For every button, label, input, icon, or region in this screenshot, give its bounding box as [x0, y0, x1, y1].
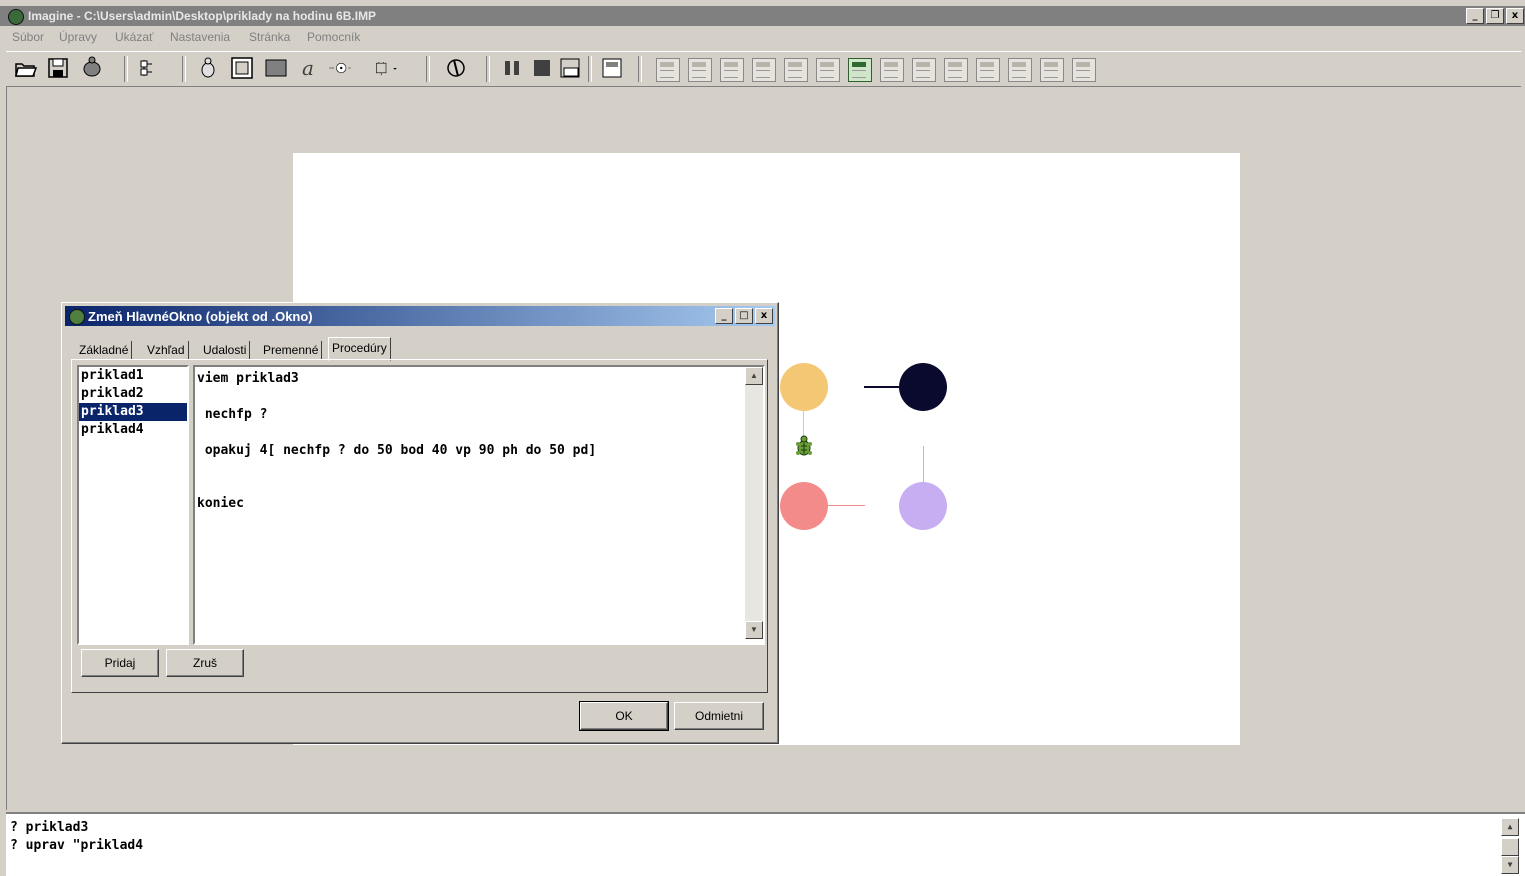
page-button-4[interactable]	[752, 58, 776, 82]
code-line: viem priklad3	[197, 371, 299, 386]
scroll-down-icon[interactable]: ▼	[1501, 856, 1519, 874]
dialog-minimize-button[interactable]: _	[715, 308, 733, 324]
new-turtle-icon[interactable]	[196, 56, 220, 80]
run-slot-icon[interactable]	[558, 56, 582, 80]
turtle-sprite-icon	[796, 435, 812, 456]
page-button-1[interactable]	[656, 58, 680, 82]
code-line: nechfp ?	[197, 407, 268, 422]
dialog-title: Zmeň HlavnéOkno (objekt od .Okno)	[88, 309, 313, 324]
page-icon[interactable]	[600, 56, 624, 80]
ok-button[interactable]: OK	[579, 701, 669, 731]
dialog-maximize-button[interactable]: □	[735, 308, 753, 324]
page-button-9[interactable]	[912, 58, 936, 82]
tab-procedury[interactable]: Procedúry	[328, 337, 391, 361]
menu-item-nastavenia[interactable]: Nastavenia	[170, 30, 230, 44]
minimize-button[interactable]: _	[1466, 8, 1484, 24]
app-icon	[8, 9, 24, 25]
scroll-down-icon[interactable]: ▼	[745, 621, 763, 639]
svg-text:a: a	[302, 56, 314, 80]
page-button-13[interactable]	[1040, 58, 1064, 82]
scroll-up-icon[interactable]: ▲	[1501, 818, 1519, 836]
text-icon[interactable]: a	[298, 56, 322, 80]
app-title: Imagine - C:\Users\admin\Desktop\priklad…	[28, 9, 377, 23]
command-scrollbar[interactable]: ▲ ▼	[1501, 818, 1519, 874]
page-button-14[interactable]	[1072, 58, 1096, 82]
canvas-circle-navy	[899, 363, 947, 411]
command-line: ? uprav "priklad4	[10, 838, 144, 853]
dialog-title-bar[interactable]: Zmeň HlavnéOkno (objekt od .Okno) _ □ x	[65, 306, 775, 326]
code-line: opakuj 4[ nechfp ? do 50 bod 40 vp 90 ph…	[197, 443, 597, 458]
code-line: koniec	[197, 496, 244, 511]
list-item[interactable]: priklad4	[79, 421, 187, 439]
toolbar: a	[6, 51, 1521, 87]
page-button-8[interactable]	[880, 58, 904, 82]
menu-item-upravy[interactable]: Úpravy	[59, 30, 97, 44]
page-button-3[interactable]	[720, 58, 744, 82]
close-button[interactable]: x	[1506, 8, 1524, 24]
page-button-5[interactable]	[784, 58, 808, 82]
page-button-7[interactable]	[848, 58, 872, 82]
tree-icon[interactable]	[138, 56, 162, 80]
scroll-up-icon[interactable]: ▲	[745, 367, 763, 385]
remove-procedure-button[interactable]: Zruš	[166, 649, 244, 677]
menu-item-pomocnik[interactable]: Pomocník	[307, 30, 360, 44]
menu-item-ukazat[interactable]: Ukázať	[115, 30, 154, 44]
add-procedure-button[interactable]: Pridaj	[81, 649, 159, 677]
code-editor[interactable]: viem priklad3 nechfp ? opakuj 4[ nechfp …	[193, 365, 765, 645]
canvas-circle-pink	[780, 482, 828, 530]
edit-dialog[interactable]: Zmeň HlavnéOkno (objekt od .Okno) _ □ x …	[61, 302, 779, 744]
tab-premenne[interactable]: Premenné	[260, 341, 323, 359]
command-panel[interactable]: ? priklad3 ? uprav "priklad4 ▲ ▼	[6, 812, 1525, 876]
procedure-list[interactable]: priklad1 priklad2 priklad3 priklad4	[77, 365, 189, 645]
dialog-close-button[interactable]: x	[755, 308, 773, 324]
cancel-button[interactable]: Odmietni	[674, 702, 764, 730]
button-icon[interactable]	[374, 56, 398, 80]
tab-udalosti[interactable]: Udalosti	[200, 341, 251, 359]
run-icon[interactable]	[444, 56, 468, 80]
tab-vzhlad[interactable]: Vzhľad	[144, 341, 189, 359]
tab-zakladne[interactable]: Základné	[76, 341, 133, 359]
dialog-icon	[69, 309, 85, 325]
page-button-12[interactable]	[1008, 58, 1032, 82]
canvas-circle-yellow	[780, 363, 828, 411]
scroll-thumb[interactable]	[1501, 838, 1519, 856]
page-button-6[interactable]	[816, 58, 840, 82]
pause-icon[interactable]	[500, 56, 524, 80]
turtle-icon[interactable]	[80, 56, 104, 80]
new-panel-icon[interactable]	[264, 56, 288, 80]
editor-scrollbar[interactable]: ▲ ▼	[745, 367, 763, 639]
open-icon[interactable]	[14, 56, 38, 80]
canvas-line-lavender	[923, 446, 924, 482]
list-item[interactable]: priklad2	[79, 385, 187, 403]
restore-button[interactable]: ❐	[1486, 8, 1504, 24]
app-title-bar[interactable]: Imagine - C:\Users\admin\Desktop\priklad…	[0, 6, 1525, 26]
page-button-11[interactable]	[976, 58, 1000, 82]
list-item-selected[interactable]: priklad3	[79, 403, 187, 421]
canvas-line-navy	[864, 386, 899, 388]
canvas-line-pink	[828, 505, 865, 506]
save-icon[interactable]	[46, 56, 70, 80]
stop-icon[interactable]	[530, 56, 554, 80]
list-item[interactable]: priklad1	[79, 367, 187, 385]
menu-bar: Súbor Úpravy Ukázať Nastavenia Stránka P…	[0, 27, 1525, 47]
page-button-2[interactable]	[688, 58, 712, 82]
menu-item-subor[interactable]: Súbor	[12, 30, 44, 44]
new-pane-icon[interactable]	[230, 56, 254, 80]
command-line: ? priklad3	[10, 820, 89, 835]
page-button-10[interactable]	[944, 58, 968, 82]
slider-icon[interactable]	[328, 56, 352, 80]
canvas-circle-lavender	[899, 482, 947, 530]
menu-item-stranka[interactable]: Stránka	[249, 30, 290, 44]
